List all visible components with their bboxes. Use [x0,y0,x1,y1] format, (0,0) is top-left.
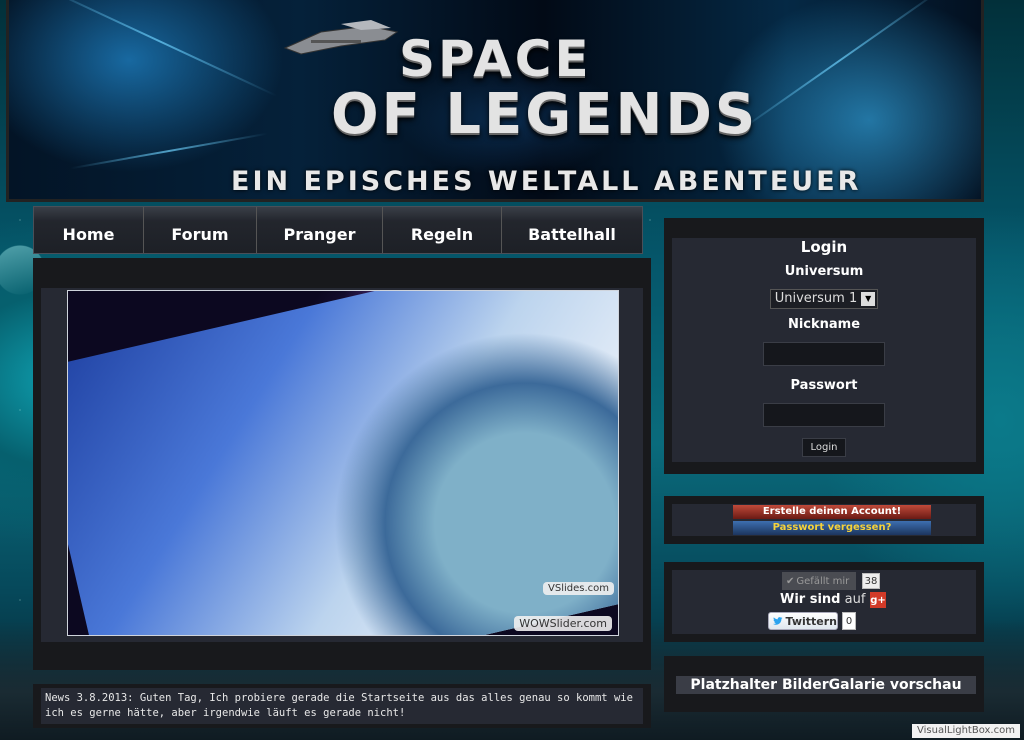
light-streak [731,0,947,137]
slide-transition-image [68,291,618,635]
news-panel: News 3.8.2013: Guten Tag, Ich probiere g… [33,684,651,728]
google-plus-icon[interactable]: g+ [870,592,886,608]
logo-line-1: SPACE [399,30,592,88]
site-header: SPACE OF LEGENDS EIN EPISCHES WELTALL AB… [6,0,984,202]
slider-watermark-partial: VSlides.com [543,582,614,595]
light-streak [40,0,278,97]
nav-regeln[interactable]: Regeln [383,207,502,253]
password-label: Passwort [790,377,858,393]
main-nav: Home Forum Pranger Regeln Battelhall [33,206,643,254]
nav-pranger[interactable]: Pranger [257,207,383,253]
wir-sind-text: Wir sind auf [780,592,865,607]
site-subtitle: EIN EPISCHES WELTALL ABENTEUER [231,166,862,197]
like-count: 38 [862,573,880,589]
nickname-label: Nickname [787,316,861,332]
twitter-bird-icon [773,617,783,625]
slider-frame: VSlides.com WOWSlider.com [41,288,643,642]
forgot-password-button[interactable]: Passwort vergessen? [733,521,931,535]
nav-home[interactable]: Home [34,207,144,253]
facebook-like-button[interactable]: ✔ Gefällt mir [782,572,856,590]
social-buttons: ✔ Gefällt mir 38 Wir sind auf g+ Twitter… [672,570,976,634]
slideshow-image[interactable]: VSlides.com WOWSlider.com [67,290,619,636]
nav-battelhall[interactable]: Battelhall [502,207,642,253]
universe-label: Universum [784,264,864,279]
auf-label: auf [844,592,866,607]
login-title: Login [800,238,848,256]
account-panel: Erstelle deinen Account! Passwort verges… [664,496,984,544]
twitter-button[interactable]: Twittern [768,612,838,630]
light-streak [70,132,268,170]
universe-select[interactable]: Universum 1 ▼ [769,288,879,309]
universe-select-value: Universum 1 [774,291,858,306]
logo-line-2: OF LEGENDS [331,82,759,147]
slider-watermark[interactable]: WOWSlider.com [514,616,612,631]
gallery-title: Platzhalter BilderGalarie vorschau [676,676,976,694]
news-text: News 3.8.2013: Guten Tag, Ich probiere g… [41,688,643,724]
gallery-panel: Platzhalter BilderGalarie vorschau [664,656,984,712]
account-links: Erstelle deinen Account! Passwort verges… [672,504,976,536]
checkmark-icon: ✔ [786,575,795,587]
social-panel: ✔ Gefällt mir 38 Wir sind auf g+ Twitter… [664,562,984,642]
login-button[interactable]: Login [801,437,847,457]
twitter-count: 0 [842,612,856,630]
slider-panel: VSlides.com WOWSlider.com [33,258,651,670]
visuallightbox-credit-link[interactable]: VisualLightBox.com [912,724,1020,738]
nickname-input[interactable] [763,341,885,366]
spaceship-logo-icon [283,20,399,55]
login-form: Login Universum Universum 1 ▼ Nickname P… [672,238,976,462]
login-panel: Login Universum Universum 1 ▼ Nickname P… [664,218,984,474]
twitter-label: Twittern [785,614,837,628]
create-account-button[interactable]: Erstelle deinen Account! [733,505,931,519]
nav-forum[interactable]: Forum [144,207,257,253]
wir-sind-label: Wir sind [780,592,841,607]
chevron-down-icon: ▼ [861,291,876,306]
password-input[interactable] [763,402,885,427]
like-label: Gefällt mir [796,575,850,587]
